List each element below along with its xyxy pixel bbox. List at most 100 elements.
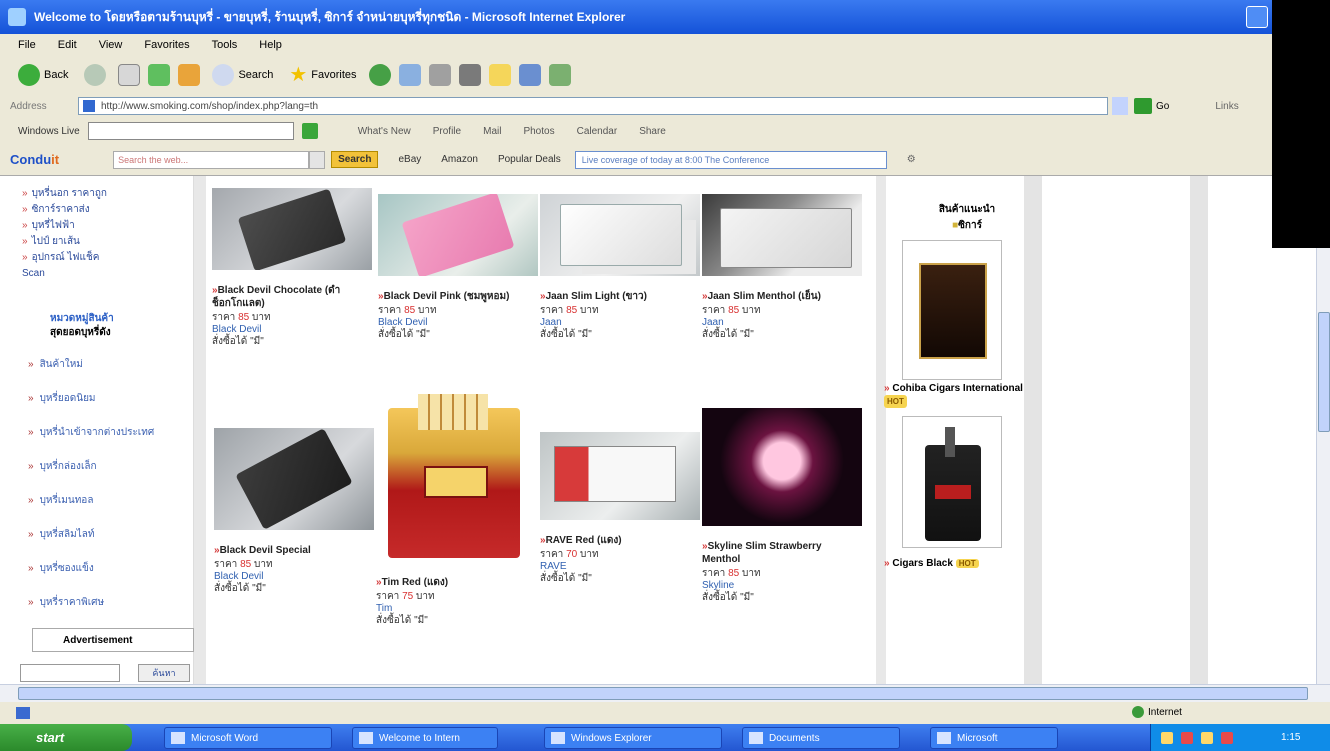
wl-photos[interactable]: Photos [523, 126, 554, 137]
recommended-product-name[interactable]: Cigars Black HOT [884, 558, 1036, 569]
tray-icon[interactable] [1221, 731, 1233, 744]
advertisement-box[interactable]: Advertisement [32, 628, 194, 652]
wl-calendar[interactable]: Calendar [577, 126, 618, 137]
category-item[interactable]: สินค้าใหม่ [28, 348, 154, 382]
sidebar-search-input[interactable] [20, 664, 120, 682]
product-name[interactable]: Jaan Slim Menthol (เย็น) [702, 290, 862, 303]
recommended-product-image[interactable] [902, 240, 1002, 380]
sidebar-extra-link[interactable]: Scan [22, 266, 107, 282]
media-icon[interactable] [368, 64, 391, 86]
taskbar-task[interactable]: Documents [742, 727, 900, 749]
product-card[interactable]: Black Devil Chocolate (ดำ ช็อกโกแลต) ราค… [212, 188, 372, 348]
tray-icon[interactable] [1201, 731, 1213, 744]
stop-icon[interactable] [118, 64, 141, 86]
product-image[interactable] [702, 194, 862, 276]
minimize-button[interactable] [1246, 6, 1268, 28]
conduit-search-button[interactable]: Search [331, 151, 379, 168]
links-button[interactable]: Links [1215, 101, 1238, 112]
address-dropdown-button[interactable] [1112, 97, 1128, 115]
product-name[interactable]: RAVE Red (แดง) [540, 534, 700, 547]
product-image[interactable] [378, 194, 538, 276]
start-button[interactable]: start [0, 724, 132, 751]
taskbar-task[interactable]: Windows Explorer [544, 727, 722, 749]
category-item[interactable]: บุหรี่กล่องเล็ก [28, 450, 154, 484]
product-image[interactable] [212, 188, 372, 270]
window-titlebar[interactable]: Welcome to โดยหรือตามร้านบุหรี่ - ขายบุห… [0, 0, 1272, 34]
menu-view[interactable]: View [99, 39, 123, 51]
wl-whats-new[interactable]: What's New [358, 126, 411, 137]
windows-live-search-input[interactable] [87, 122, 294, 140]
product-name[interactable]: Tim Red (แดง) [376, 576, 536, 589]
product-card[interactable]: Black Devil Special ราคา 85 บาท Black De… [214, 428, 374, 595]
product-card[interactable]: Jaan Slim Menthol (เย็น) ราคา 85 บาท Jaa… [702, 194, 862, 341]
search-button[interactable]: Search [208, 62, 277, 88]
product-card[interactable]: Black Devil Pink (ชมพูหอม) ราคา 85 บาท B… [378, 194, 538, 341]
print-icon[interactable] [458, 64, 481, 86]
mail-icon[interactable] [428, 64, 451, 86]
taskbar-task[interactable]: Microsoft [930, 727, 1058, 749]
conduit-search-input[interactable]: Search the web... [113, 150, 310, 169]
product-name[interactable]: Black Devil Chocolate (ดำ ช็อกโกแลต) [212, 284, 372, 310]
product-name[interactable]: Black Devil Special [214, 544, 374, 557]
product-name[interactable]: Black Devil Pink (ชมพูหอม) [378, 290, 538, 303]
taskbar-task[interactable]: Microsoft Word [164, 727, 332, 749]
go-button[interactable]: Go [1134, 98, 1169, 114]
menu-tools[interactable]: Tools [212, 39, 238, 51]
gear-icon[interactable]: ⚙ [907, 154, 916, 165]
conduit-ebay[interactable]: eBay [398, 154, 421, 165]
tray-icon[interactable] [1181, 731, 1193, 744]
wl-mail[interactable]: Mail [483, 126, 501, 137]
favorites-button[interactable]: ★ Favorites [285, 63, 360, 87]
product-image[interactable] [376, 392, 536, 562]
sidebar-link[interactable]: อุปกรณ์ ไฟแช็ค [22, 250, 107, 266]
product-card[interactable]: Jaan Slim Light (ขาว) ราคา 85 บาท Jaan ส… [540, 194, 700, 341]
conduit-deals[interactable]: Popular Deals [498, 154, 561, 165]
refresh-icon[interactable] [148, 64, 171, 86]
product-card[interactable]: Tim Red (แดง) ราคา 75 บาท Tim สั่งซื้อได… [376, 392, 536, 627]
menu-help[interactable]: Help [259, 39, 282, 51]
product-card[interactable]: RAVE Red (แดง) ราคา 70 บาท RAVE สั่งซื้อ… [540, 432, 700, 585]
conduit-amazon[interactable]: Amazon [441, 154, 478, 165]
menu-favorites[interactable]: Favorites [144, 39, 189, 51]
product-name[interactable]: Skyline Slim Strawberry Menthol [702, 540, 862, 566]
category-item[interactable]: บุหรี่เมนทอล [28, 484, 154, 518]
menu-file[interactable]: File [18, 39, 36, 51]
taskbar-task[interactable]: Welcome to Intern [352, 727, 498, 749]
vertical-scroll-thumb[interactable] [1318, 312, 1330, 432]
home-icon[interactable] [178, 64, 201, 86]
wl-profile[interactable]: Profile [433, 126, 461, 137]
vertical-scrollbar[interactable] [1316, 176, 1330, 684]
sidebar-link[interactable]: บุหรี่ไฟฟ้า [22, 218, 107, 234]
product-image[interactable] [214, 428, 374, 530]
menu-edit[interactable]: Edit [58, 39, 77, 51]
sidebar-link[interactable]: ซิการ์ราคาส่ง [22, 202, 107, 218]
sidebar-link[interactable]: บุหรี่นอก ราคาถูก [22, 186, 107, 202]
folder-icon[interactable] [488, 64, 511, 86]
horizontal-scroll-thumb[interactable] [18, 687, 1308, 700]
forward-button[interactable] [80, 62, 110, 88]
category-item[interactable]: บุหรี่ราคาพิเศษ [28, 586, 154, 620]
tray-icon[interactable] [1161, 731, 1173, 744]
messenger-icon[interactable] [548, 64, 571, 86]
recommended-product-name[interactable]: Cohiba Cigars International HOT [884, 382, 1036, 408]
horizontal-scrollbar[interactable] [0, 684, 1330, 702]
product-image[interactable] [702, 408, 862, 526]
sidebar-link[interactable]: ไปป์ ยาเส้น [22, 234, 107, 250]
conduit-news-dropdown[interactable]: Live coverage of today at 8:00 The Confe… [574, 150, 887, 169]
category-item[interactable]: บุหรี่ซองแข็ง [28, 552, 154, 586]
product-name[interactable]: Jaan Slim Light (ขาว) [540, 290, 700, 303]
recommended-product-image[interactable] [902, 416, 1002, 548]
conduit-dropdown-button[interactable] [309, 150, 326, 169]
product-image[interactable] [540, 194, 700, 276]
back-button[interactable]: Back [14, 62, 72, 88]
address-input[interactable]: http://www.smoking.com/shop/index.php?la… [78, 97, 1108, 115]
windows-live-search-button[interactable] [301, 123, 318, 139]
history-icon[interactable] [398, 64, 421, 86]
sidebar-search-button[interactable]: ค้นหา [138, 664, 190, 682]
category-item[interactable]: บุหรี่นำเข้าจากต่างประเทศ [28, 416, 155, 450]
category-item[interactable]: บุหรี่สลิมไลท์ [28, 518, 154, 552]
product-image[interactable] [540, 432, 700, 520]
product-card[interactable]: Skyline Slim Strawberry Menthol ราคา 85 … [702, 408, 862, 604]
category-item[interactable]: บุหรี่ยอดนิยม [28, 382, 154, 416]
wl-share[interactable]: Share [639, 126, 666, 137]
